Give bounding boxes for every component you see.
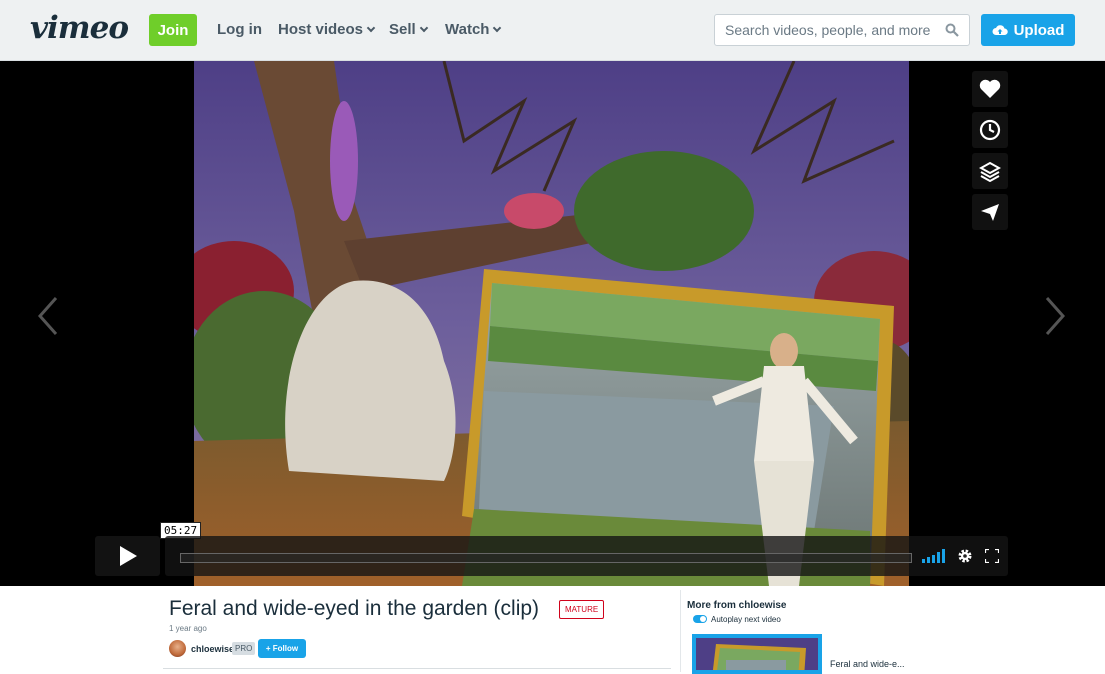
- next-video-thumbnail[interactable]: [692, 634, 822, 674]
- watch-later-button[interactable]: [972, 112, 1008, 148]
- clock-icon: [979, 119, 1001, 141]
- chevron-down-icon: [419, 23, 428, 33]
- video-player[interactable]: 05:27: [0, 61, 1105, 586]
- player-controls: [95, 536, 1008, 576]
- thumbnail-image: [696, 638, 818, 670]
- next-arrow-icon[interactable]: [1045, 296, 1065, 336]
- avatar[interactable]: [169, 640, 186, 657]
- add-to-collection-button[interactable]: [972, 153, 1008, 189]
- progress-bar[interactable]: [180, 553, 912, 563]
- uploader-name[interactable]: chloewise: [191, 644, 234, 654]
- heart-icon: [979, 79, 1001, 98]
- upload-button[interactable]: Upload: [981, 14, 1075, 46]
- volume-icon[interactable]: [922, 549, 946, 563]
- share-button[interactable]: [972, 194, 1008, 230]
- upload-label: Upload: [1013, 21, 1065, 39]
- watch-menu[interactable]: Watch: [445, 21, 502, 38]
- search-box: [714, 14, 970, 46]
- settings-gear-icon[interactable]: [957, 548, 973, 564]
- video-frame[interactable]: [194, 61, 909, 586]
- play-button[interactable]: [95, 536, 160, 576]
- more-from-heading: More from chloewise: [687, 600, 787, 611]
- login-link[interactable]: Log in: [217, 21, 262, 38]
- layers-icon: [979, 161, 1001, 182]
- autoplay-toggle[interactable]: [693, 615, 707, 623]
- like-button[interactable]: [972, 71, 1008, 107]
- host-videos-label: Host videos: [278, 21, 364, 38]
- chevron-down-icon: [493, 23, 502, 33]
- cloud-upload-icon: [992, 25, 1008, 35]
- watch-label: Watch: [445, 21, 490, 38]
- next-video-title[interactable]: Feral and wide-e...: [830, 659, 905, 669]
- previous-arrow-icon[interactable]: [38, 296, 58, 336]
- vimeo-logo[interactable]: vimeo: [30, 10, 129, 46]
- host-videos-menu[interactable]: Host videos: [278, 21, 376, 38]
- sell-label: Sell: [389, 21, 416, 38]
- fullscreen-icon[interactable]: [985, 549, 999, 563]
- search-icon[interactable]: [945, 23, 959, 37]
- search-input[interactable]: [715, 15, 935, 45]
- play-icon: [119, 546, 137, 566]
- control-bar: [165, 536, 1008, 576]
- sell-menu[interactable]: Sell: [389, 21, 428, 38]
- mature-badge: MATURE: [559, 600, 605, 619]
- follow-button[interactable]: + Follow: [258, 639, 306, 658]
- top-navigation: vimeo Join Log in Host videos Sell Watch…: [0, 0, 1105, 61]
- chevron-down-icon: [366, 23, 376, 33]
- autoplay-label: Autoplay next video: [711, 615, 781, 624]
- login-label: Log in: [217, 21, 262, 38]
- upload-date: 1 year ago: [169, 624, 207, 633]
- sidebar-divider: [680, 590, 681, 672]
- pro-badge: PRO: [232, 642, 256, 655]
- divider: [163, 668, 671, 669]
- video-title: Feral and wide-eyed in the garden (clip): [169, 597, 540, 620]
- send-icon: [981, 204, 999, 221]
- join-button[interactable]: Join: [149, 14, 197, 46]
- video-still: [194, 61, 909, 586]
